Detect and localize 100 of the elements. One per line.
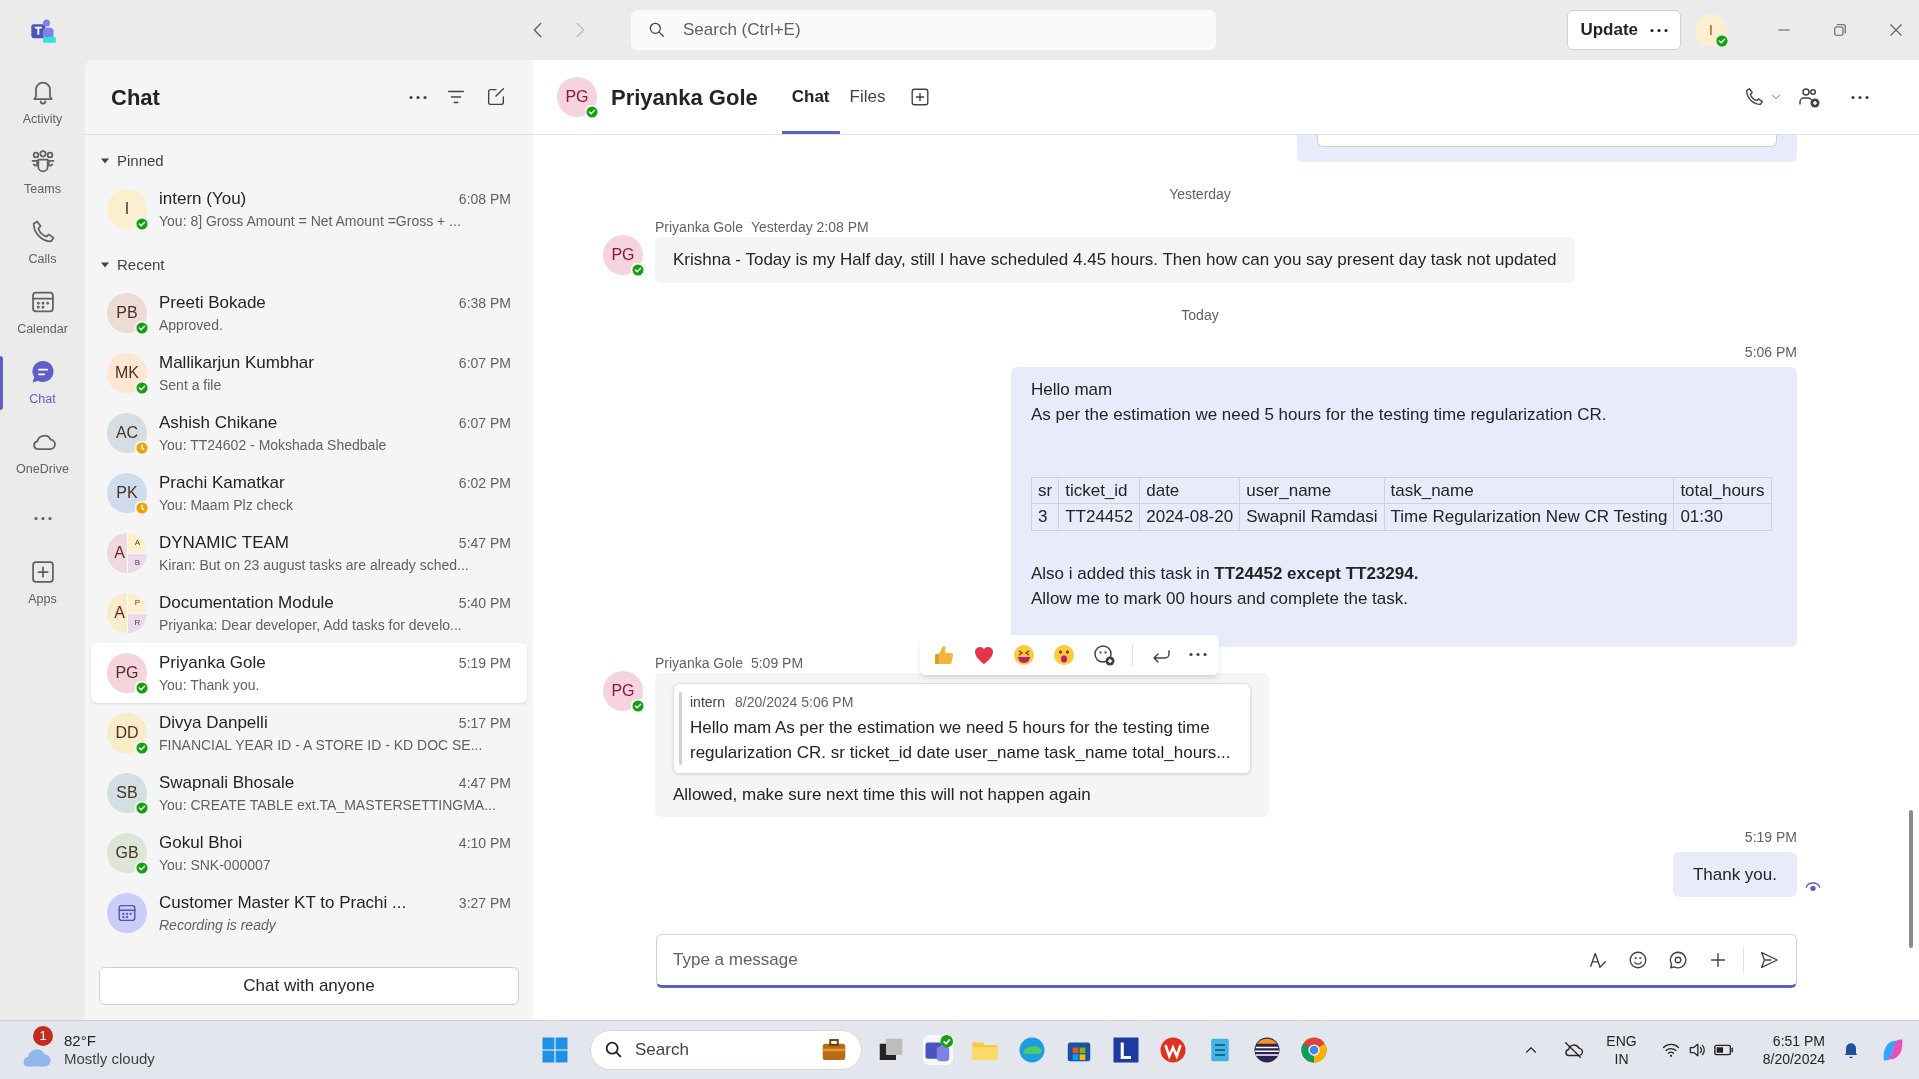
chat-list-item[interactable]: DD Divya Danpelli 5:17 PM FINANCIAL YEAR ID - A STORE ID - KD DOC SE...	[91, 703, 527, 763]
language-indicator[interactable]: ENG IN	[1606, 1032, 1637, 1068]
notification-badge: 1	[33, 1026, 53, 1046]
contact-name: Priyanka Gole	[611, 83, 758, 112]
laughing-face-icon[interactable]	[1012, 642, 1036, 667]
language-code: ENG	[1606, 1032, 1637, 1050]
section-header[interactable]: Pinned	[99, 149, 533, 173]
message-text: Hello mam	[1031, 378, 1114, 401]
avatar: SB	[107, 773, 147, 813]
sticker-icon[interactable]	[1667, 949, 1689, 971]
message-time: 6:07 PM	[458, 413, 511, 433]
table-header-cell: user_name	[1239, 477, 1385, 504]
message-time: 5:06 PM	[1744, 342, 1797, 362]
clock-date: 8/20/2024	[1762, 1050, 1825, 1068]
cloud-off-icon[interactable]	[1562, 1039, 1585, 1061]
chat-list-item[interactable]: PK Prachi Kamatkar 6:02 PM You: Maam Plz check	[91, 463, 527, 523]
message-input[interactable]: Type a message	[673, 947, 1587, 973]
start-icon[interactable]	[540, 1035, 570, 1065]
sender-name: Priyanka Gole	[655, 653, 743, 671]
add-reaction-icon[interactable]	[1092, 642, 1116, 667]
search-placeholder: Search (Ctrl+E)	[683, 19, 801, 42]
more-icon[interactable]	[409, 94, 427, 100]
compose-icon[interactable]	[485, 86, 507, 108]
contact-name: Gokul Bhoi	[159, 831, 243, 854]
message-preview: You: Maam Plz check	[159, 496, 295, 516]
avatar: PG	[557, 77, 597, 117]
update-button[interactable]: Update	[1567, 10, 1681, 50]
avatar: MK	[107, 353, 147, 393]
add-people-icon[interactable]	[1797, 85, 1821, 109]
chat-list-item[interactable]: GB Gokul Bhoi 4:10 PM You: SNK-000007	[91, 823, 527, 883]
more-icon[interactable]	[1189, 652, 1207, 657]
send-icon[interactable]	[1758, 949, 1780, 971]
chat-list-item[interactable]: SB Swapnali Bhosale 4:47 PM You: CREATE TABLE ext.TA_MASTERSETTINGMA...	[91, 763, 527, 823]
contact-name: Prachi Kamatkar	[159, 471, 285, 494]
weather-temperature: 82°F	[64, 1032, 97, 1050]
chat-list-item[interactable]: I intern (You) 6:08 PM You: 8] Gross Amount = Net Amount =Gross + ...	[91, 179, 527, 239]
message-text: Allowed, make sure next time this will not happen again	[673, 783, 1092, 806]
contact-name: Mallikarjun Kumbhar	[159, 351, 314, 374]
search-field[interactable]: Search (Ctrl+E)	[631, 10, 1216, 50]
chat-list-item[interactable]: A A B DYNAMIC TEAM 5:47 PM Kiran: But on 23 august tasks are already sched...	[91, 523, 527, 583]
message-time: 6:07 PM	[458, 353, 511, 373]
restore-icon[interactable]	[1831, 21, 1849, 39]
more-icon[interactable]	[1650, 27, 1668, 33]
message-time: 5:17 PM	[458, 713, 511, 733]
table-cell: Swapnil Ramdasi	[1239, 503, 1385, 530]
section-header[interactable]: Recent	[99, 253, 533, 277]
clock-time: 6:51 PM	[1772, 1032, 1825, 1050]
rail-item[interactable]: Teams	[0, 138, 85, 208]
message-preview: Recording is ready	[159, 916, 278, 936]
rail-item[interactable]: Calendar	[0, 278, 85, 348]
message-preview: You: CREATE TABLE ext.TA_MASTERSETTINGMA...	[159, 796, 497, 816]
chat-list-item[interactable]: PB Preeti Bokade 6:38 PM Approved.	[91, 283, 527, 343]
avatar: PG	[107, 653, 147, 693]
message-preview: FINANCIAL YEAR ID - A STORE ID - KD DOC SE...	[159, 736, 484, 756]
quote-time: 8/20/2024 5:06 PM	[735, 692, 854, 712]
table-header-cell: sr	[1031, 477, 1059, 504]
message-time: 5:19 PM	[458, 653, 511, 673]
teams-app-icon[interactable]	[923, 1035, 953, 1065]
contact-name: DYNAMIC TEAM	[159, 531, 290, 554]
close-icon[interactable]	[1887, 21, 1905, 39]
phone-icon[interactable]	[1743, 86, 1765, 108]
square-app-icon[interactable]	[1111, 1035, 1141, 1065]
more-icon[interactable]	[1851, 94, 1869, 100]
surprised-face-icon[interactable]	[1052, 642, 1076, 667]
user-avatar[interactable]: I	[1695, 14, 1727, 46]
ide-icon[interactable]	[1252, 1035, 1282, 1065]
clock[interactable]: 6:51 PM 8/20/2024	[1762, 1032, 1825, 1068]
office-app-icon[interactable]	[1158, 1035, 1188, 1065]
contact-name: Priyanka Gole	[159, 651, 266, 674]
chat-list-item[interactable]: MK Mallikarjun Kumbhar 6:07 PM Sent a file	[91, 343, 527, 403]
emoji-icon[interactable]	[1627, 949, 1649, 971]
chat-list-item[interactable]: Customer Master KT to Prachi ... 3:27 PM Recording is ready	[91, 883, 527, 943]
message-preview: Kiran: But on 23 august tasks are already sched...	[159, 556, 470, 576]
message-text: Also i added this task in TT24452 except TT23294.	[1031, 562, 1420, 585]
message-time: 5:19 PM	[1744, 828, 1797, 847]
message-text: As per the estimation we need 5 hours for the testing time regularization CR.	[1031, 403, 1608, 426]
available-status-icon	[1715, 34, 1729, 48]
rail-item[interactable]: Activity	[0, 68, 85, 138]
message-time: 4:47 PM	[458, 773, 511, 793]
rail-item[interactable]: Apps	[0, 548, 85, 618]
message-time: 4:10 PM	[458, 833, 511, 853]
chat-list-item[interactable]: AC Ashish Chikane 6:07 PM You: TT24602 - Mokshada Shedbale	[91, 403, 527, 463]
chat-list-item[interactable]: A P R Documentation Module 5:40 PM Priyanka: Dear developer, Add tasks for develo...	[91, 583, 527, 643]
message-time: 5:40 PM	[458, 593, 511, 613]
table-header-cell: total_hours	[1673, 477, 1771, 504]
tab[interactable]: Chat	[781, 60, 840, 134]
rail-item[interactable]: OneDrive	[0, 418, 85, 488]
chat-with-anyone-button[interactable]: Chat with anyone	[99, 967, 519, 1005]
message-time: 6:02 PM	[458, 473, 511, 493]
scrollbar[interactable]	[1909, 810, 1913, 948]
chat-list-item[interactable]: PG Priyanka Gole 5:19 PM You: Thank you.	[91, 643, 527, 703]
tab[interactable]: Files	[839, 60, 896, 134]
taskbar-search[interactable]: Search	[590, 1030, 862, 1070]
rail-item[interactable]: Chat	[0, 348, 85, 418]
sender-name: Priyanka Gole	[655, 218, 743, 235]
compose-box[interactable]: Type a message	[656, 934, 1797, 988]
rail-item[interactable]: Calls	[0, 208, 85, 278]
table-cell: Time Regularization New CR Testing	[1384, 503, 1674, 530]
chrome-icon[interactable]	[1299, 1035, 1329, 1065]
message-time: 5:09 PM	[750, 653, 804, 671]
